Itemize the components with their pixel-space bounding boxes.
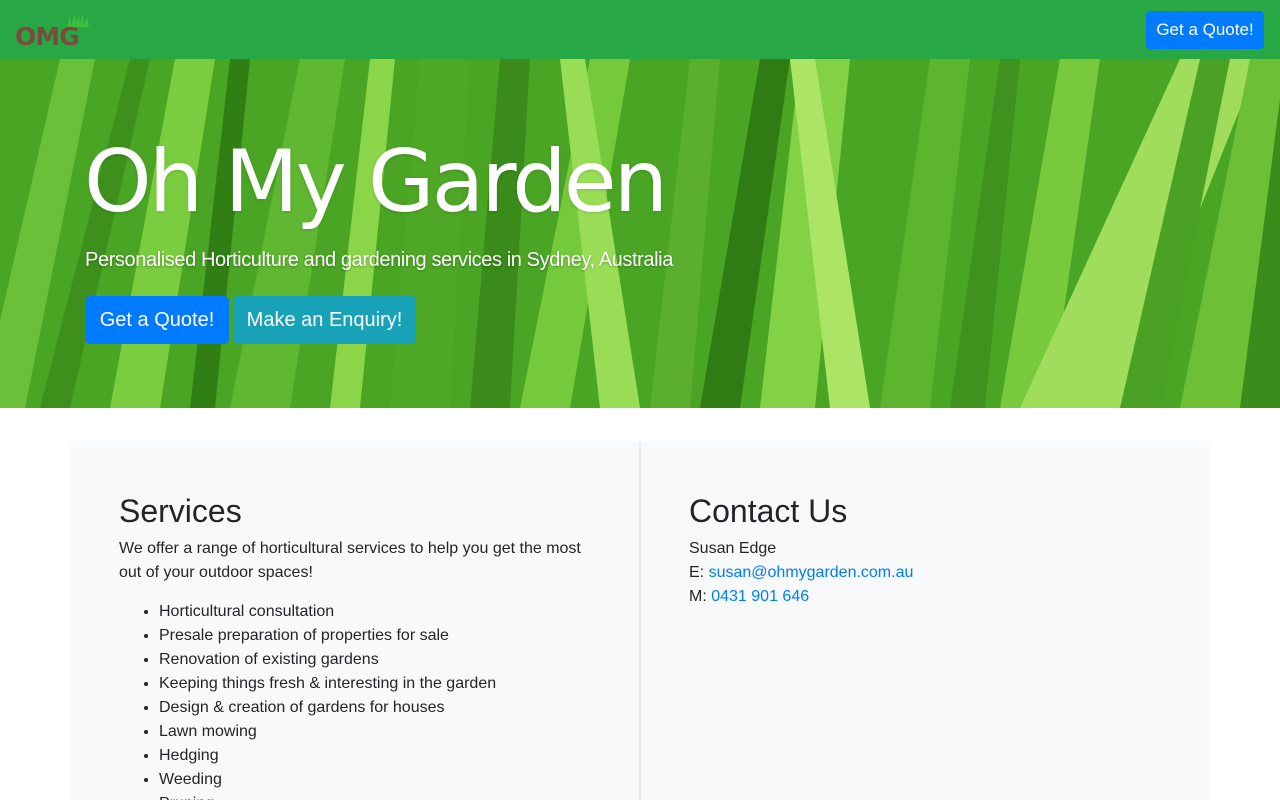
list-item: Design & creation of gardens for houses [159,696,496,720]
hero-title: Oh My Garden [84,132,668,232]
list-item: Pruning [159,792,496,800]
list-item: Hedging [159,744,496,768]
list-item: Keeping things fresh & interesting in th… [159,672,496,696]
contact-details: Susan Edge E: susan@ohmygarden.com.au M:… [689,537,913,609]
list-item: Renovation of existing gardens [159,648,496,672]
hero-banner: Oh My Garden Personalised Horticulture a… [0,59,1280,408]
contact-panel: Contact Us Susan Edge E: susan@ohmygarde… [641,441,1209,800]
contact-heading: Contact Us [689,493,848,529]
services-heading: Services [119,493,242,529]
contact-phone-row: M: 0431 901 646 [689,585,913,609]
navbar: OMG Get a Quote! [0,0,1280,59]
hero-get-quote-button[interactable]: Get a Quote! [85,296,229,344]
nav-get-quote-button[interactable]: Get a Quote! [1146,11,1264,49]
services-panel: Services We offer a range of horticultur… [71,441,639,800]
grass-background-image [0,59,1280,408]
hero-subtitle: Personalised Horticulture and gardening … [85,249,673,271]
email-link[interactable]: susan@ohmygarden.com.au [709,564,914,581]
list-item: Weeding [159,768,496,792]
phone-label: M: [689,588,707,605]
logo-text: OMG [15,22,80,51]
contact-email-row: E: susan@ohmygarden.com.au [689,561,913,585]
email-label: E: [689,564,705,581]
services-list: Horticultural consultation Presale prepa… [159,600,496,800]
contact-name: Susan Edge [689,540,777,557]
hero-make-enquiry-button[interactable]: Make an Enquiry! [233,296,416,344]
list-item: Horticultural consultation [159,600,496,624]
omg-logo[interactable]: OMG [15,11,91,51]
phone-link[interactable]: 0431 901 646 [711,588,809,605]
list-item: Lawn mowing [159,720,496,744]
list-item: Presale preparation of properties for sa… [159,624,496,648]
services-intro: We offer a range of horticultural servic… [119,540,581,581]
